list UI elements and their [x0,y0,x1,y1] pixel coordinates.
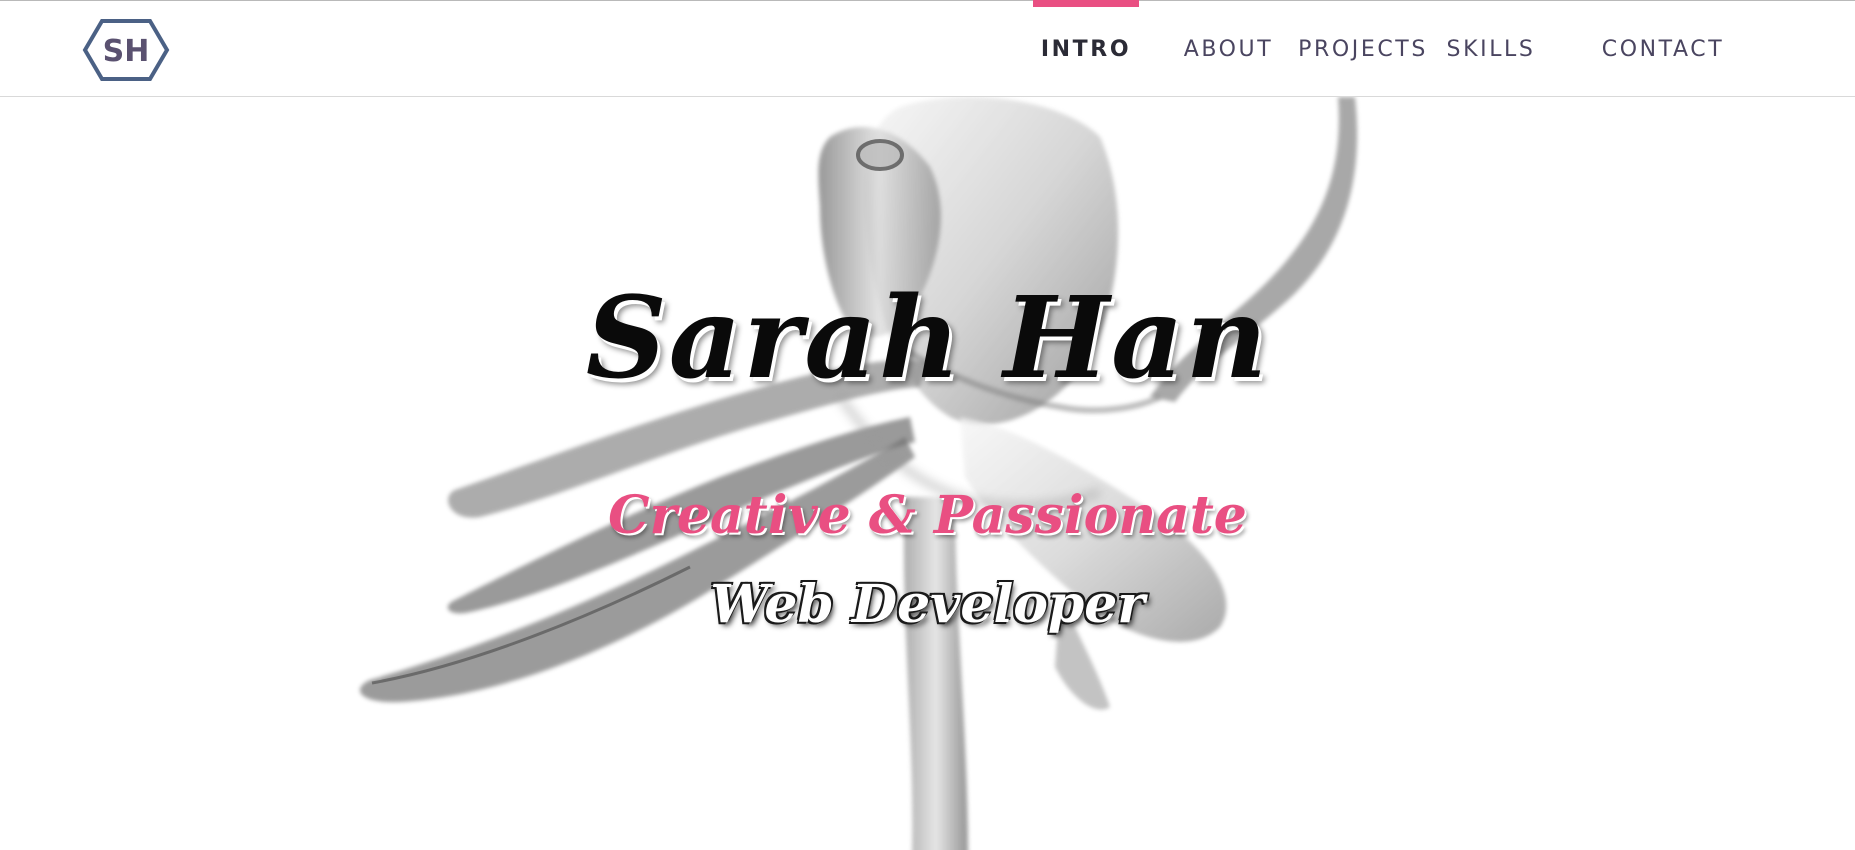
nav-item-label: CONTACT [1601,37,1725,62]
flower-background-image [360,97,1358,850]
nav-item-label: SKILLS [1446,37,1536,62]
nav-item-about[interactable]: ABOUT [1168,1,1289,98]
hexagon-logo-icon: SH [82,19,170,81]
nav-item-label: ABOUT [1183,37,1274,62]
hero-name-heading: Sarah Han [585,273,1270,404]
page: SH INTRO ABOUT PROJECTS SKILLS CONTACT S… [0,0,1855,850]
nav-item-label: INTRO [1040,37,1132,62]
active-nav-indicator [1033,0,1139,7]
hero-section: Sarah Han Creative & Passionate Web Deve… [0,97,1855,850]
hero-tagline: Creative & Passionate [608,485,1247,546]
hero-role: Web Developer [710,574,1145,635]
nav-item-label: PROJECTS [1298,37,1428,62]
site-header: SH INTRO ABOUT PROJECTS SKILLS CONTACT [0,0,1855,97]
logo-text: SH [103,34,150,69]
nav-item-contact[interactable]: CONTACT [1601,1,1725,98]
nav-item-skills[interactable]: SKILLS [1447,1,1535,98]
nav-item-intro[interactable]: INTRO [1033,0,1139,98]
logo[interactable]: SH [82,18,170,82]
nav-item-projects[interactable]: PROJECTS [1298,1,1428,98]
